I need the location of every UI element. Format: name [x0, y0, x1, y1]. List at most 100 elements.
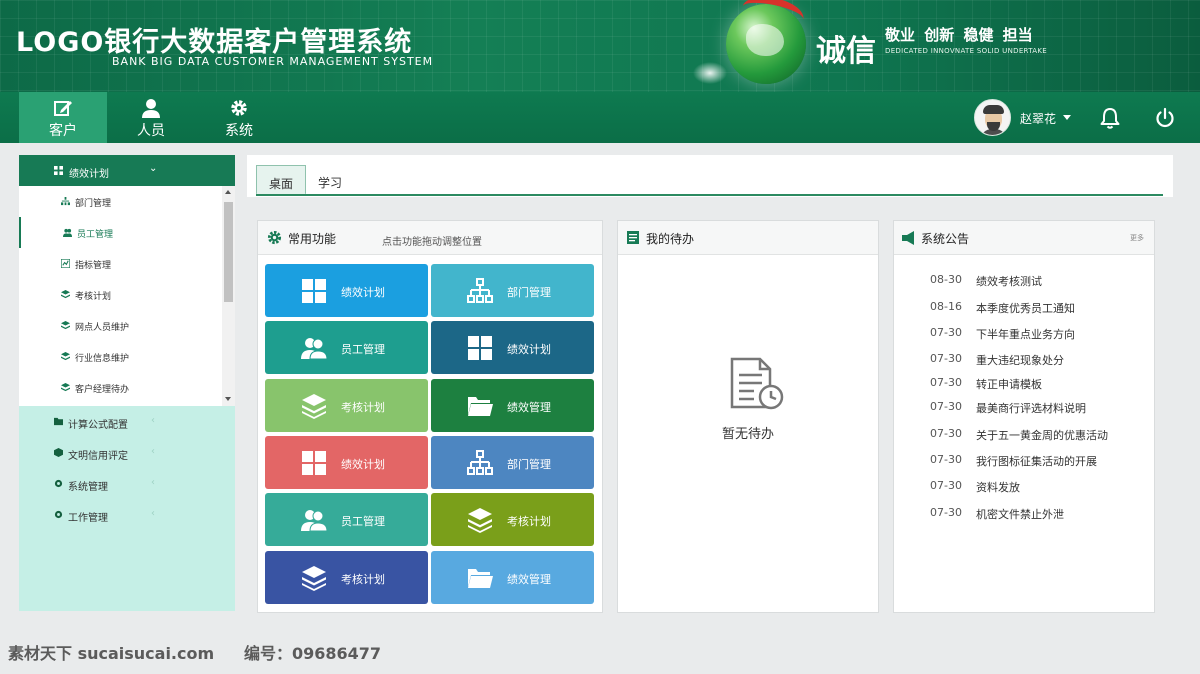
top-banner: LOGO银行大数据客户管理系统 BANK BIG DATA CUSTOMER M…	[0, 0, 1200, 92]
nav-item-staff[interactable]: 人员	[107, 92, 195, 143]
tab-label: 桌面	[269, 177, 294, 191]
avatar-hair	[983, 105, 1004, 114]
notice-item[interactable]: 07-30 最美商行评选材料说明	[930, 400, 1160, 416]
scroll-up-icon[interactable]	[225, 190, 231, 194]
sidebar-item-label: 网点人员维护	[75, 323, 130, 333]
folder-icon	[467, 393, 493, 419]
layers-icon	[61, 290, 70, 299]
sidebar-group-label: 工作管理	[68, 513, 108, 524]
sidebar-item-dept[interactable]: 部门管理	[19, 186, 219, 217]
folder-icon	[467, 565, 493, 591]
function-tile[interactable]: 部门管理	[431, 435, 594, 489]
function-tile[interactable]: 员工管理	[265, 321, 428, 375]
sidebar-group-formula[interactable]: 计算公式配置 ‹	[19, 406, 235, 437]
function-tile[interactable]: 考核计划	[431, 493, 594, 547]
function-tile[interactable]: 考核计划	[265, 550, 428, 604]
sidebar-item-indicator[interactable]: 指标管理	[19, 248, 219, 279]
grid-icon	[54, 166, 63, 175]
notice-panel: 系统公告 更多 08-30 绩效考核测试 08-16 本季度优秀员工通知 07-30 下半…	[893, 220, 1155, 613]
empty-state-text: 暂无待办	[721, 427, 774, 442]
notice-item[interactable]: 07-30 下半年重点业务方向	[930, 326, 1160, 342]
sidebar-group-performance-plan[interactable]: 绩效计划 ⌄	[19, 155, 235, 186]
layers-icon	[301, 565, 327, 591]
sidebar-group-work[interactable]: 工作管理 ‹	[19, 499, 235, 530]
system-title: LOGO银行大数据客户管理系统	[16, 27, 413, 58]
org-icon	[467, 449, 493, 476]
notice-date: 08-16	[930, 300, 962, 313]
notice-item[interactable]: 07-30 重大违纪现象处分	[930, 352, 1160, 368]
function-tile[interactable]: 员工管理	[265, 493, 428, 547]
chevron-down-icon[interactable]	[1063, 115, 1071, 120]
function-tile[interactable]: 绩效计划	[265, 264, 428, 317]
tab-bar: 桌面 学习	[247, 155, 1173, 197]
notice-item[interactable]: 07-30 资料发放	[930, 479, 1160, 495]
tile-label: 考核计划	[341, 400, 385, 414]
tab-study[interactable]: 学习	[306, 165, 356, 195]
scrollbar-thumb[interactable]	[224, 202, 233, 302]
gear-icon	[267, 230, 282, 245]
more-link[interactable]: 更多	[1130, 233, 1144, 243]
sidebar-group-system[interactable]: 系统管理 ‹	[19, 468, 235, 499]
panel-hint: 点击功能拖动调整位置	[382, 237, 482, 248]
notice-item[interactable]: 07-30 关于五一黄金周的优惠活动	[930, 427, 1160, 443]
notice-title: 资料发放	[976, 481, 1020, 494]
sidebar-item-staff[interactable]: 员工管理	[19, 217, 219, 248]
nav-item-label: 人员	[137, 123, 165, 139]
core-values-english: DEDICATED INNOVNATE SOLID UNDERTAKE	[885, 47, 1047, 55]
sidebar-item-industry[interactable]: 行业信息维护	[19, 341, 219, 372]
panel-title: 我的待办	[646, 232, 695, 246]
layers-icon	[61, 352, 70, 361]
grid-icon	[301, 278, 327, 304]
chevron-left-icon: ‹	[151, 446, 155, 457]
avatar[interactable]	[974, 99, 1011, 136]
gear-icon	[54, 510, 63, 519]
notice-item[interactable]: 08-16 本季度优秀员工通知	[930, 300, 1160, 316]
tile-label: 绩效管理	[507, 400, 551, 414]
notice-item[interactable]: 07-30 转正申请模板	[930, 376, 1160, 392]
panel-header: 我的待办	[618, 221, 878, 255]
notice-title: 绩效考核测试	[976, 275, 1042, 288]
notice-title: 机密文件禁止外泄	[976, 508, 1064, 521]
user-name[interactable]: 赵翠花	[1020, 110, 1056, 127]
notice-date: 07-30	[930, 326, 962, 339]
notice-title: 我行图标征集活动的开展	[976, 455, 1097, 468]
function-tile[interactable]: 绩效管理	[431, 378, 594, 432]
chevron-left-icon: ‹	[151, 508, 155, 519]
layers-icon	[467, 507, 493, 534]
function-tile[interactable]: 绩效计划	[431, 321, 594, 375]
sidebar-item-assessment[interactable]: 考核计划	[19, 279, 219, 310]
nav-item-system[interactable]: 系统	[195, 92, 283, 143]
chevron-down-icon: ⌄	[149, 163, 158, 174]
notice-date: 07-30	[930, 352, 962, 365]
function-tile[interactable]: 绩效计划	[265, 435, 428, 489]
function-tile[interactable]: 部门管理	[431, 264, 594, 317]
chevron-left-icon: ‹	[151, 415, 155, 426]
function-tile[interactable]: 绩效管理	[431, 550, 594, 604]
function-tile[interactable]: 考核计划	[265, 378, 428, 432]
bell-icon[interactable]	[1098, 106, 1122, 130]
notice-date: 08-30	[930, 273, 962, 286]
notice-title: 转正申请模板	[976, 378, 1042, 391]
sidebar-item-manager-todo[interactable]: 客户经理待办	[19, 372, 219, 403]
power-icon[interactable]	[1154, 107, 1176, 129]
notice-title: 关于五一黄金周的优惠活动	[976, 429, 1108, 442]
tab-desktop[interactable]: 桌面	[256, 165, 306, 195]
panel-header: 常用功能 点击功能拖动调整位置	[258, 221, 602, 255]
sidebar-item-label: 行业信息维护	[75, 354, 130, 364]
notice-date: 07-30	[930, 506, 962, 519]
sidebar-item-branch-staff[interactable]: 网点人员维护	[19, 310, 219, 341]
notice-date: 07-30	[930, 376, 962, 389]
globe-icon	[726, 0, 807, 84]
sidebar-group-label: 绩效计划	[69, 169, 109, 180]
tile-label: 绩效计划	[341, 286, 385, 299]
tile-label: 考核计划	[341, 572, 385, 586]
notice-item[interactable]: 08-30 绩效考核测试	[930, 273, 1160, 289]
notice-item[interactable]: 07-30 我行图标征集活动的开展	[930, 453, 1160, 469]
notice-date: 07-30	[930, 427, 962, 440]
scroll-down-icon[interactable]	[225, 397, 231, 401]
sidebar-group-credit[interactable]: 文明信用评定 ‹	[19, 437, 235, 468]
nav-item-customer[interactable]: 客户	[19, 92, 107, 143]
todo-panel: 我的待办 暂无待办	[617, 220, 879, 613]
sidebar-item-label: 指标管理	[75, 261, 112, 271]
notice-item[interactable]: 07-30 机密文件禁止外泄	[930, 506, 1160, 522]
